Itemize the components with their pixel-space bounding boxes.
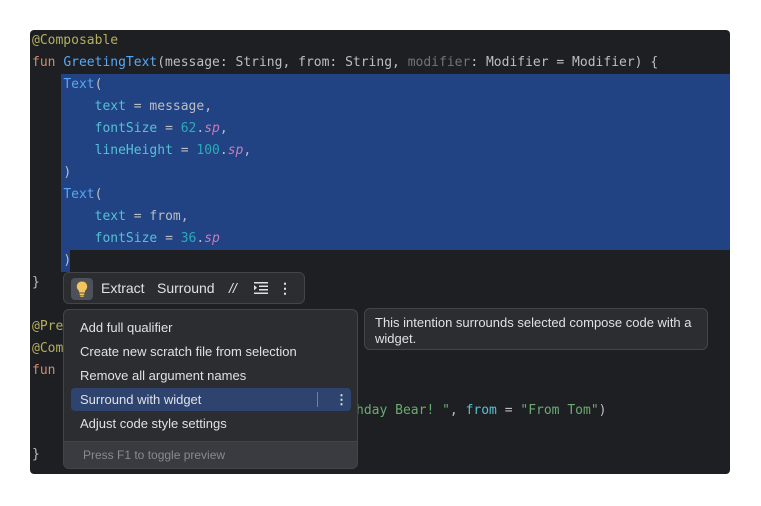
code-line-7: )	[30, 162, 730, 184]
named-arg-token: lineHeight	[94, 143, 173, 158]
unused-param-token: modifier	[407, 55, 471, 70]
dot-token: .	[219, 143, 228, 158]
annotation-token: @Composable	[32, 33, 119, 48]
paren-token: (	[94, 77, 103, 92]
value-token: = from,	[125, 209, 189, 224]
unit-token: sp	[204, 121, 220, 136]
menu-item-adjust-code-style[interactable]: Adjust code style settings	[71, 412, 351, 435]
code-line-4: text = message,	[30, 96, 730, 118]
value-token: = message,	[125, 99, 213, 114]
paren-token: )	[63, 165, 72, 180]
extract-button[interactable]: Extract	[101, 273, 145, 304]
string-token: hday Bear! "	[356, 403, 450, 418]
menu-item-label: Adjust code style settings	[80, 416, 227, 431]
equals-token: =	[157, 231, 181, 246]
code-line-3: Text(	[30, 74, 730, 96]
paren-token: )	[63, 253, 72, 268]
brace-token: }	[32, 275, 40, 290]
number-token: 100	[196, 143, 220, 158]
keyword-token: fun	[32, 363, 56, 378]
menu-item-add-full-qualifier[interactable]: Add full qualifier	[71, 316, 351, 339]
intention-bulb-button[interactable]	[71, 278, 93, 300]
tooltip-text: This intention surrounds selected compos…	[375, 315, 692, 346]
code-line-11: )	[30, 250, 730, 272]
menu-item-more-icon[interactable]: ⋮	[335, 388, 348, 411]
intention-description-tooltip: This intention surrounds selected compos…	[364, 308, 708, 350]
annotation-token: @Com	[32, 341, 64, 356]
unit-token: sp	[227, 143, 244, 158]
call-token: Text	[63, 187, 95, 202]
code-line-2: fun GreetingText(message: String, from: …	[30, 52, 730, 74]
number-token: 36	[180, 231, 197, 246]
menu-item-remove-argument-names[interactable]: Remove all argument names	[71, 364, 351, 387]
intention-actions-menu: Add full qualifier Create new scratch fi…	[63, 309, 358, 469]
code-line-6: lineHeight = 100.sp,	[30, 140, 730, 162]
paren-token: (	[94, 187, 103, 202]
unit-token: sp	[204, 231, 220, 246]
code-line-8: Text(	[30, 184, 730, 206]
menu-item-label: Remove all argument names	[80, 368, 247, 383]
named-arg-token: fontSize	[94, 231, 158, 246]
lightbulb-icon	[76, 281, 88, 297]
annotation-token: @Pre	[32, 319, 64, 334]
comma-token: ,	[219, 121, 228, 136]
menu-footer-hint: Press F1 to toggle preview	[83, 448, 226, 462]
menu-item-label: Add full qualifier	[80, 320, 173, 335]
call-token: Text	[63, 77, 95, 92]
menu-item-label: Create new scratch file from selection	[80, 344, 297, 359]
more-options-icon[interactable]: ⋮	[278, 273, 292, 304]
reformat-icon[interactable]	[254, 282, 268, 294]
keyword-token: fun	[32, 55, 56, 70]
paren-token: )	[598, 403, 607, 418]
surround-button[interactable]: Surround	[157, 273, 215, 304]
named-arg-token: text	[94, 209, 126, 224]
equals-token: =	[172, 143, 197, 158]
function-name-token: GreetingText	[63, 55, 158, 70]
menu-item-label: Surround with widget	[80, 392, 202, 407]
equals-token: =	[157, 121, 181, 136]
named-arg-token: text	[94, 99, 126, 114]
code-line-10: fontSize = 36.sp	[30, 228, 730, 250]
code-line-1: @Composable	[30, 30, 730, 52]
string-token: "From Tom"	[520, 403, 599, 418]
floating-code-toolbar: Extract Surround // ⋮	[63, 272, 305, 304]
equals-token: =	[496, 403, 521, 418]
code-line-5: fontSize = 62.sp,	[30, 118, 730, 140]
menu-item-surround-with-widget[interactable]: Surround with widget ⋮	[71, 388, 351, 411]
menu-item-separator	[317, 392, 318, 407]
menu-footer: Press F1 to toggle preview	[64, 441, 357, 468]
comment-button[interactable]: //	[229, 273, 237, 304]
menu-item-create-scratch-file[interactable]: Create new scratch file from selection	[71, 340, 351, 363]
code-line-9: text = from,	[30, 206, 730, 228]
brace-token: }	[32, 447, 40, 462]
params-token: (message: String, from: String,	[157, 55, 408, 70]
number-token: 62	[180, 121, 197, 136]
named-arg-token: fontSize	[94, 121, 158, 136]
comma-token: ,	[449, 403, 466, 418]
comma-token: ,	[243, 143, 252, 158]
params-token-end: : Modifier = Modifier) {	[470, 55, 659, 70]
named-arg-token: from	[465, 403, 497, 418]
